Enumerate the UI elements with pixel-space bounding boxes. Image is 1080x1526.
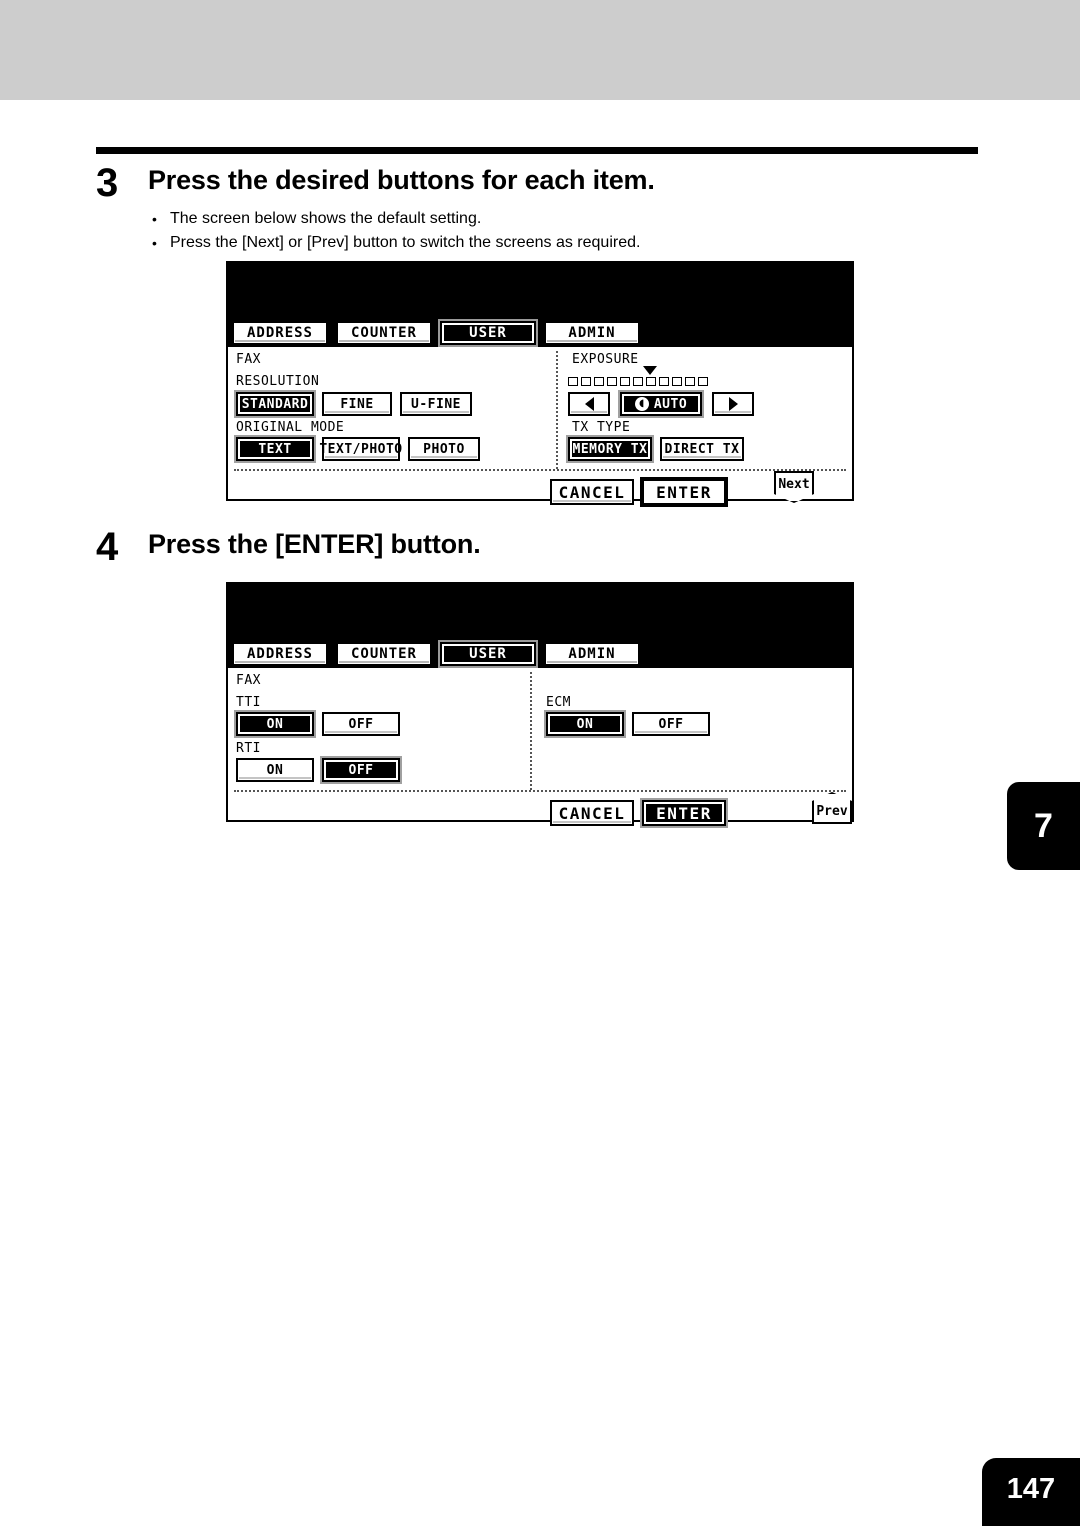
exposure-increase-button[interactable] (712, 392, 754, 416)
exposure-marker-icon (643, 366, 657, 375)
tab-user[interactable]: USER (440, 321, 536, 345)
exposure-cell (581, 377, 591, 386)
tab-user-2[interactable]: USER (440, 642, 536, 666)
exposure-cell (646, 377, 656, 386)
exposure-cell (607, 377, 617, 386)
top-banner (0, 0, 1080, 100)
screen-2-enter-button[interactable]: ENTER (642, 800, 726, 826)
screen-1-enter-button[interactable]: ENTER (642, 479, 726, 505)
exposure-cell (633, 377, 643, 386)
header-rule (96, 147, 978, 154)
exposure-decrease-button[interactable] (568, 392, 610, 416)
tx-type-direct-button[interactable]: DIRECT TX (660, 437, 744, 461)
screen-1-mode-label: FAX (236, 352, 261, 367)
tab-address[interactable]: ADDRESS (232, 321, 328, 345)
step-3-number: 3 (96, 161, 119, 205)
screen-2-tabbar: ADDRESS COUNTER USER ADMIN (232, 642, 640, 666)
step-3-bullet-1: The screen below shows the default setti… (148, 207, 968, 231)
screen-2-mode-label: FAX (236, 673, 261, 688)
auto-exposure-icon: ◖ (634, 397, 649, 411)
tx-type-label: TX TYPE (572, 420, 631, 435)
exposure-cell (659, 377, 669, 386)
original-mode-photo-button[interactable]: PHOTO (408, 437, 480, 461)
exposure-cell (594, 377, 604, 386)
prev-screen-button[interactable]: Prev (812, 792, 852, 824)
tti-on-button[interactable]: ON (236, 712, 314, 736)
page-number: 147 (982, 1458, 1080, 1526)
exposure-cell (672, 377, 682, 386)
exposure-cell (568, 377, 578, 386)
exposure-auto-button[interactable]: ◖ AUTO (620, 392, 702, 416)
screen-1-tabbar: ADDRESS COUNTER USER ADMIN (232, 321, 640, 345)
chapter-tab: 7 (1007, 782, 1080, 870)
screen-2-header: ADDRESS COUNTER USER ADMIN (228, 584, 852, 668)
tx-type-memory-button[interactable]: MEMORY TX (568, 437, 652, 461)
tab-counter-2[interactable]: COUNTER (336, 642, 432, 666)
tti-label: TTI (236, 695, 261, 710)
ecm-label: ECM (546, 695, 571, 710)
resolution-standard-button[interactable]: STANDARD (236, 392, 314, 416)
exposure-cell (698, 377, 708, 386)
step-3-title: Press the desired buttons for each item. (148, 165, 655, 195)
tab-address-2[interactable]: ADDRESS (232, 642, 328, 666)
screen-2-body: FAX TTI ON OFF RTI ON OFF ECM ON OFF CAN… (228, 668, 852, 826)
screen-1-vertical-divider (556, 351, 558, 469)
screen-1-cancel-button[interactable]: CANCEL (550, 479, 634, 505)
rti-on-button[interactable]: ON (236, 758, 314, 782)
step-4-number: 4 (96, 525, 119, 569)
step-3-bullets: The screen below shows the default setti… (148, 207, 968, 255)
tti-off-button[interactable]: OFF (322, 712, 400, 736)
screen-2-horizontal-divider (234, 790, 846, 792)
arrow-left-icon (584, 397, 594, 411)
exposure-cell (620, 377, 630, 386)
exposure-label: EXPOSURE (572, 352, 639, 367)
ecm-on-button[interactable]: ON (546, 712, 624, 736)
screen-1-horizontal-divider (234, 469, 846, 471)
arrow-right-icon (728, 397, 738, 411)
step-4-title: Press the [ENTER] button. (148, 529, 481, 559)
fax-settings-screen-2: ADDRESS COUNTER USER ADMIN FAX TTI ON OF… (226, 582, 854, 826)
screen-1-header: ADDRESS COUNTER USER ADMIN (228, 263, 852, 347)
screen-1-body: FAX RESOLUTION STANDARD FINE U-FINE ORIG… (228, 347, 852, 505)
rti-off-button[interactable]: OFF (322, 758, 400, 782)
tab-admin-2[interactable]: ADMIN (544, 642, 640, 666)
fax-settings-screen-1: ADDRESS COUNTER USER ADMIN FAX RESOLUTIO… (226, 261, 854, 505)
resolution-u-fine-button[interactable]: U-FINE (400, 392, 472, 416)
exposure-scale (568, 377, 708, 386)
next-screen-button[interactable]: Next (774, 471, 814, 503)
tab-admin[interactable]: ADMIN (544, 321, 640, 345)
resolution-fine-button[interactable]: FINE (322, 392, 392, 416)
rti-label: RTI (236, 741, 261, 756)
screen-2-cancel-button[interactable]: CANCEL (550, 800, 634, 826)
step-3-bullet-2: Press the [Next] or [Prev] button to swi… (148, 231, 968, 255)
exposure-cell (685, 377, 695, 386)
screen-2-vertical-divider (530, 672, 532, 790)
tab-counter[interactable]: COUNTER (336, 321, 432, 345)
ecm-off-button[interactable]: OFF (632, 712, 710, 736)
exposure-auto-label: AUTO (653, 396, 688, 412)
original-mode-text-photo-button[interactable]: TEXT/PHOTO (319, 437, 402, 461)
resolution-label: RESOLUTION (236, 374, 320, 389)
original-mode-label: ORIGINAL MODE (236, 420, 345, 435)
original-mode-text-button[interactable]: TEXT (236, 437, 314, 461)
